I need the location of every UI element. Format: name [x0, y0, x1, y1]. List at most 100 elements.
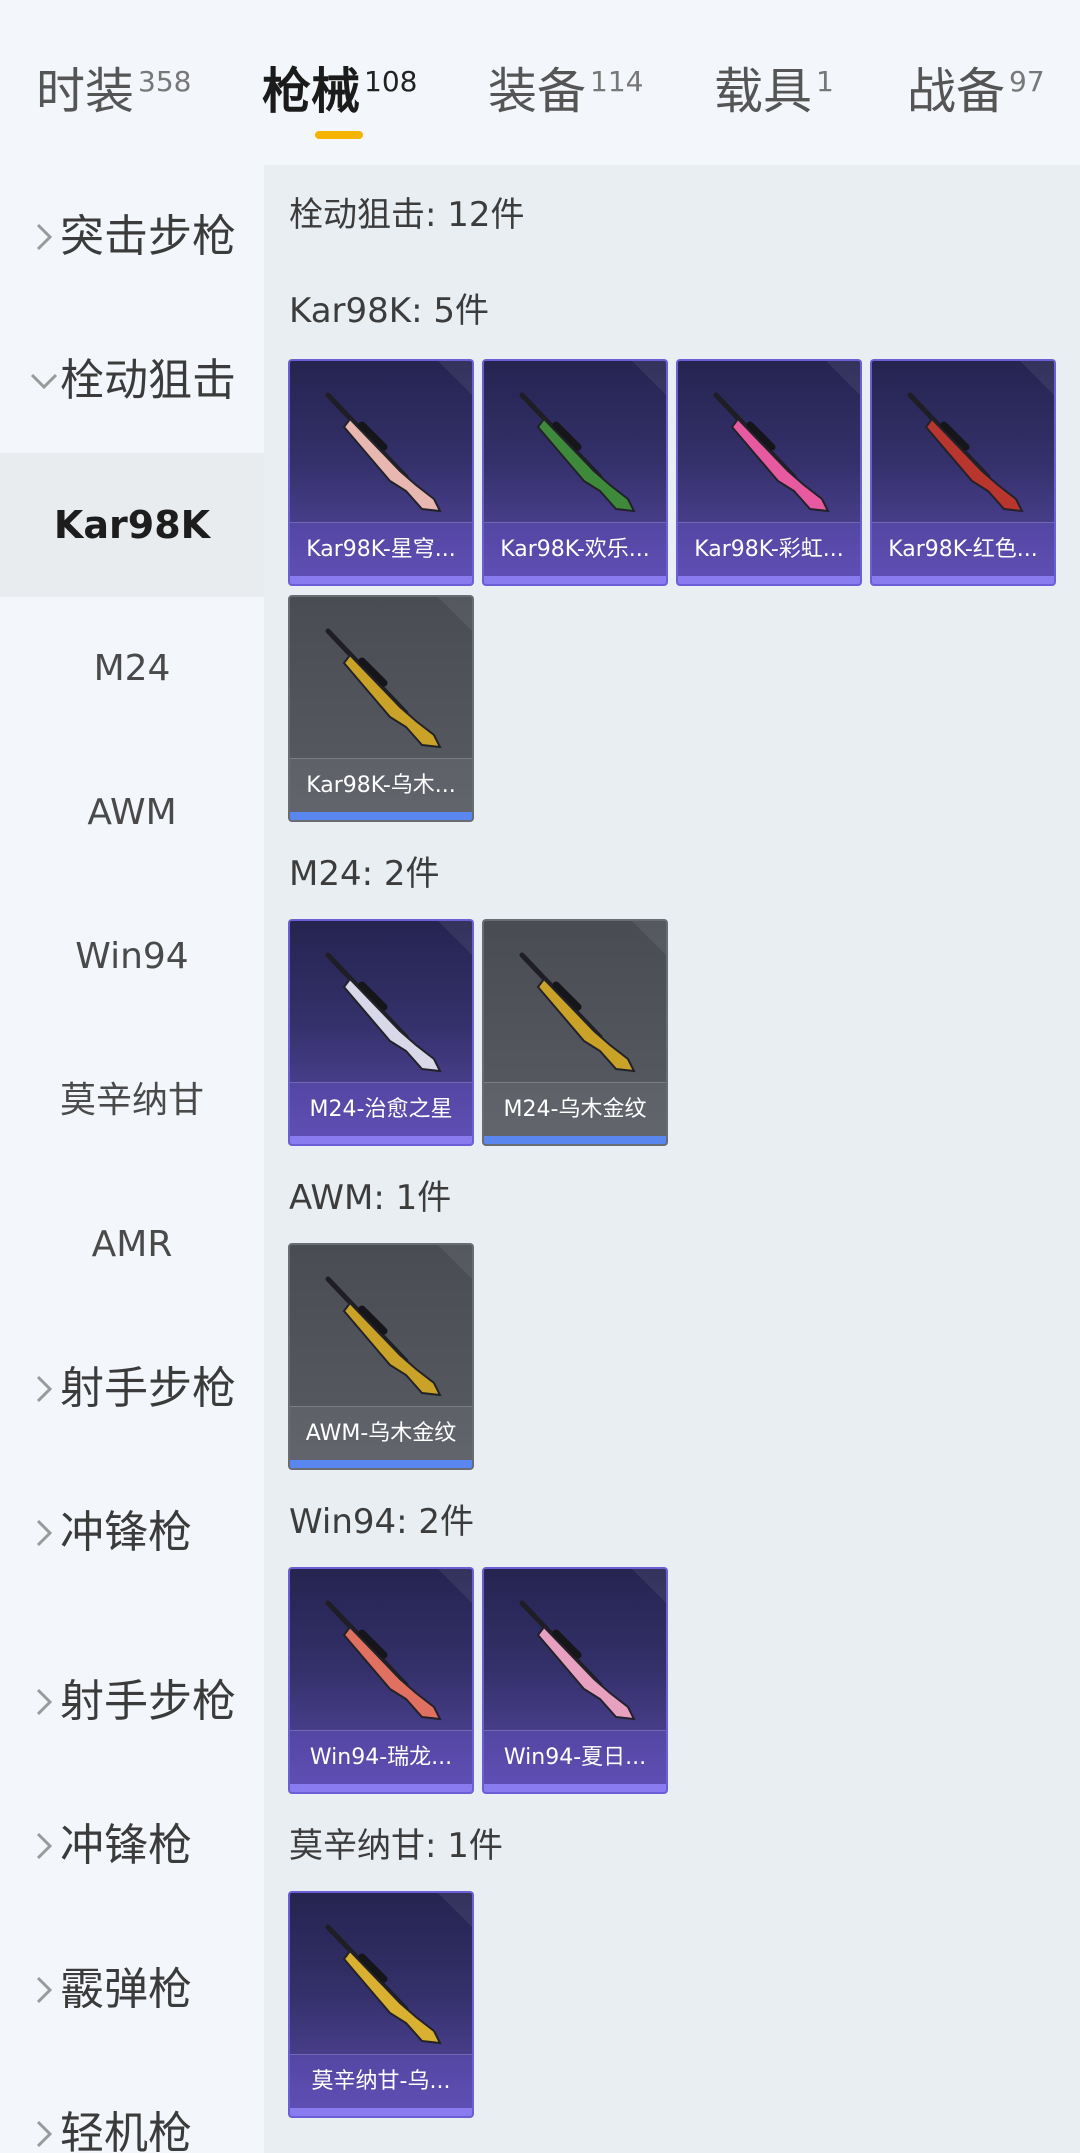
rifle-icon	[325, 392, 442, 513]
sidebar-item-label: 霰弹枪	[60, 1964, 192, 2015]
rifle-icon	[907, 392, 1024, 513]
skin-card[interactable]: Win94-瑞龙...	[288, 1567, 474, 1794]
sidebar-item-label: 射手步枪	[60, 1676, 236, 1727]
tab-label: 战备	[907, 63, 1006, 120]
rifle-icon	[325, 1600, 442, 1721]
chevron-right-icon	[36, 2120, 53, 2148]
weapon-group-title: M24: 2件	[289, 854, 440, 894]
sidebar-group[interactable]: 突击步枪	[0, 165, 264, 309]
sidebar-item-label: 冲锋枪	[60, 1820, 192, 1871]
tab-fashion[interactable]: 时装 358	[36, 52, 191, 132]
tab-count: 108	[364, 65, 418, 98]
chevron-right-icon	[36, 223, 53, 251]
skin-name: Kar98K-彩虹...	[678, 522, 860, 576]
skin-name: M24-治愈之星	[290, 1082, 472, 1136]
weapon-group-title: Kar98K: 5件	[289, 291, 489, 331]
rifle-icon	[713, 392, 830, 513]
category-tab-bar: 时装 358 枪械 108 装备 114 载具 1 战备 97	[0, 0, 1080, 165]
skin-name: AWM-乌木金纹	[290, 1406, 472, 1460]
sidebar-group[interactable]: 射手步枪	[0, 1317, 264, 1461]
rarity-bar	[290, 1460, 472, 1468]
tab-label: 装备	[488, 63, 587, 120]
skin-card[interactable]: Kar98K-欢乐...	[482, 359, 668, 586]
skin-name: Win94-瑞龙...	[290, 1730, 472, 1784]
weapon-group-title: 莫辛纳甘: 1件	[289, 1826, 503, 1866]
tab-firearms[interactable]: 枪械 108	[262, 52, 417, 132]
sidebar-item-label: M24	[93, 648, 171, 689]
sidebar-item-label: 冲锋枪	[60, 1507, 192, 1558]
skin-name: 莫辛纳甘-乌...	[290, 2054, 472, 2108]
skin-name: M24-乌木金纹	[484, 1082, 666, 1136]
sidebar-subitem[interactable]: M24	[0, 597, 264, 741]
tab-supplies[interactable]: 战备 97	[907, 52, 1045, 132]
sidebar-item-label: 莫辛纳甘	[59, 1080, 204, 1121]
tab-vehicles[interactable]: 载具 1	[714, 52, 834, 132]
rarity-bar	[290, 2108, 472, 2116]
weapon-skin-list[interactable]: 栓动狙击: 12件 Kar98K: 5件 Kar98K-星穹... Kar98K-欢…	[264, 165, 1080, 2153]
tab-count: 97	[1009, 65, 1045, 98]
rarity-bar	[872, 576, 1054, 584]
sidebar-subitem[interactable]: Win94	[0, 885, 264, 1029]
sidebar-item-label: AMR	[91, 1224, 173, 1265]
skin-card[interactable]: Kar98K-乌木...	[288, 595, 474, 822]
rifle-icon	[325, 1276, 442, 1397]
skin-card[interactable]: Win94-夏日...	[482, 1567, 668, 1794]
rifle-icon	[519, 952, 636, 1073]
skin-name: Kar98K-欢乐...	[484, 522, 666, 576]
skin-card[interactable]: Kar98K-彩虹...	[676, 359, 862, 586]
skin-card[interactable]: M24-乌木金纹	[482, 919, 668, 1146]
active-tab-indicator	[315, 131, 363, 139]
chevron-right-icon	[36, 1519, 53, 1547]
skin-card[interactable]: Kar98K-红色...	[870, 359, 1056, 586]
chevron-right-icon	[36, 1832, 53, 1860]
sidebar-group[interactable]: 栓动狙击	[0, 309, 264, 453]
sidebar-item-label: 射手步枪	[60, 1363, 236, 1414]
sidebar-subitem[interactable]: AMR	[0, 1173, 264, 1317]
sidebar-item-label: 轻机枪	[60, 2108, 192, 2153]
skin-name: Win94-夏日...	[484, 1730, 666, 1784]
skin-name: Kar98K-星穹...	[290, 522, 472, 576]
chevron-right-icon	[36, 1688, 53, 1716]
sidebar-group[interactable]: 冲锋枪	[0, 1774, 264, 1918]
skin-name: Kar98K-红色...	[872, 522, 1054, 576]
tab-label: 载具	[714, 63, 813, 120]
weapon-group-title: Win94: 2件	[289, 1502, 475, 1542]
tab-count: 114	[590, 65, 644, 98]
rarity-bar	[290, 1136, 472, 1144]
rifle-icon	[325, 952, 442, 1073]
rarity-bar	[484, 576, 666, 584]
rarity-bar	[484, 1784, 666, 1792]
sidebar-subitem[interactable]: Kar98K	[0, 453, 264, 597]
skin-card[interactable]: 莫辛纳甘-乌...	[288, 1891, 474, 2118]
skin-card[interactable]: AWM-乌木金纹	[288, 1243, 474, 1470]
chevron-right-icon	[36, 1375, 53, 1403]
skin-card[interactable]: Kar98K-星穹...	[288, 359, 474, 586]
rifle-icon	[325, 628, 442, 749]
rifle-icon	[519, 1600, 636, 1721]
rifle-icon	[519, 392, 636, 513]
sidebar-item-label: 突击步枪	[60, 211, 236, 262]
tab-count: 358	[138, 65, 192, 98]
weapon-group-title: AWM: 1件	[289, 1178, 452, 1218]
sidebar-subitem[interactable]: AWM	[0, 741, 264, 885]
sidebar-item-label: Kar98K	[53, 503, 211, 547]
skin-card[interactable]: M24-治愈之星	[288, 919, 474, 1146]
sidebar-group[interactable]: 霰弹枪	[0, 1918, 264, 2062]
sidebar-item-label: 栓动狙击	[60, 355, 236, 406]
tab-label: 时装	[36, 63, 135, 120]
sidebar-subitem[interactable]: 莫辛纳甘	[0, 1029, 264, 1173]
sidebar-group[interactable]: 冲锋枪	[0, 1461, 264, 1605]
tab-equipment[interactable]: 装备 114	[488, 52, 643, 132]
tab-label: 枪械	[262, 63, 361, 120]
rarity-bar	[290, 576, 472, 584]
rarity-bar	[290, 1784, 472, 1792]
category-title: 栓动狙击: 12件	[289, 195, 525, 235]
skin-name: Kar98K-乌木...	[290, 758, 472, 812]
rarity-bar	[290, 812, 472, 820]
rarity-bar	[678, 576, 860, 584]
tab-count: 1	[816, 65, 834, 98]
chevron-right-icon	[36, 1976, 53, 2004]
sidebar-group[interactable]: 射手步枪	[0, 1630, 264, 1774]
sidebar-group[interactable]: 轻机枪	[0, 2062, 264, 2153]
sidebar-item-label: Win94	[75, 936, 189, 977]
